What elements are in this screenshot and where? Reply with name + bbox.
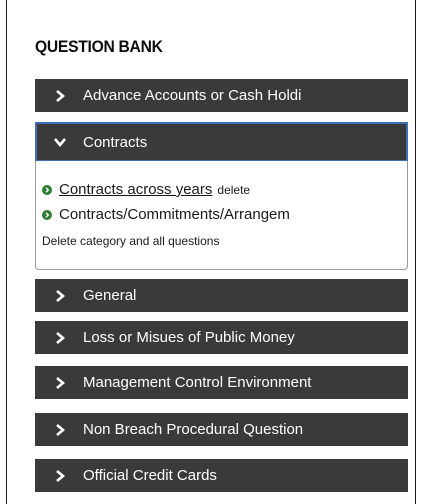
category-management-control[interactable]: Management Control Environment bbox=[35, 366, 408, 399]
category-label: General bbox=[83, 287, 137, 304]
category-label: Official Credit Cards bbox=[83, 467, 217, 484]
list-item: Contracts across years delete bbox=[42, 181, 250, 198]
chevron-right-icon bbox=[53, 469, 67, 483]
category-label: Loss or Misues of Public Money bbox=[83, 329, 295, 346]
category-label: Non Breach Procedural Question bbox=[83, 421, 304, 438]
question-link-contracts-across-years[interactable]: Contracts across years bbox=[59, 181, 212, 198]
category-contracts[interactable]: Contracts bbox=[35, 122, 408, 162]
category-general[interactable]: General bbox=[35, 279, 408, 312]
chevron-down-icon bbox=[53, 135, 67, 149]
chevron-right-icon bbox=[53, 289, 67, 303]
category-label: Advance Accounts or Cash Holdi bbox=[83, 87, 302, 104]
delete-category-link[interactable]: Delete category and all questions bbox=[42, 234, 219, 248]
category-non-breach[interactable]: Non Breach Procedural Question bbox=[35, 413, 408, 446]
chevron-right-icon bbox=[53, 331, 67, 345]
circle-arrow-right-icon bbox=[42, 209, 52, 220]
panel-title: QUESTION BANK bbox=[35, 37, 163, 56]
chevron-right-icon bbox=[53, 423, 67, 437]
chevron-right-icon bbox=[53, 376, 67, 390]
category-official-credit-cards[interactable]: Official Credit Cards bbox=[35, 459, 408, 492]
category-advance-accounts[interactable]: Advance Accounts or Cash Holdi bbox=[35, 79, 408, 112]
category-loss-or-misuse[interactable]: Loss or Misues of Public Money bbox=[35, 321, 408, 354]
circle-arrow-right-icon bbox=[42, 184, 52, 195]
list-item: Contracts/Commitments/Arrangem bbox=[42, 206, 290, 223]
category-label: Contracts bbox=[83, 133, 148, 151]
chevron-right-icon bbox=[53, 89, 67, 103]
contracts-panel: Contracts across years delete Contracts/… bbox=[35, 161, 408, 270]
delete-link[interactable]: delete bbox=[217, 183, 250, 197]
category-label: Management Control Environment bbox=[83, 374, 312, 391]
question-item-contracts-commitments[interactable]: Contracts/Commitments/Arrangem bbox=[59, 206, 290, 223]
